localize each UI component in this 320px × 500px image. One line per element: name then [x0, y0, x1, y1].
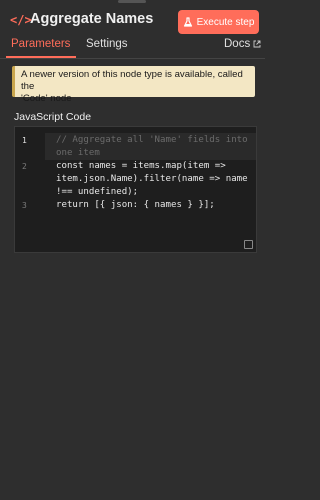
tab-bar: Parameters Settings Docs	[0, 36, 265, 59]
code-line: one item	[56, 148, 100, 158]
code-line: item.json.Name).filter(name => name	[56, 174, 248, 184]
javascript-code-label: JavaScript Code	[14, 111, 92, 123]
code-icon: </>	[10, 13, 32, 27]
node-header: </> Aggregate Names Execute step	[0, 6, 265, 34]
flask-icon	[183, 17, 192, 27]
line-number: 2	[22, 162, 27, 171]
node-title[interactable]: Aggregate Names	[30, 11, 153, 27]
line-number-gutter: 1 2 3	[15, 127, 45, 252]
execute-step-button[interactable]: Execute step	[178, 10, 259, 34]
line-number: 3	[22, 201, 27, 210]
active-tab-indicator	[6, 56, 76, 58]
expand-editor-icon[interactable]	[244, 240, 253, 249]
code-editor[interactable]: 1 2 3 // Aggregate all 'Name' fields int…	[14, 126, 257, 253]
tab-settings[interactable]: Settings	[86, 38, 128, 50]
line-number: 1	[22, 136, 27, 145]
docs-label: Docs	[224, 38, 251, 50]
notice-line-1: A newer version of this node type is ava…	[21, 69, 243, 92]
tab-parameters[interactable]: Parameters	[11, 38, 70, 50]
code-line: return [{ json: { names } }];	[56, 200, 215, 210]
version-notice: A newer version of this node type is ava…	[12, 66, 255, 104]
code-line: const names = items.map(item =>	[56, 161, 226, 171]
code-line: // Aggregate all 'Name' fields into	[56, 135, 248, 145]
code-line: !== undefined);	[56, 187, 139, 197]
docs-link[interactable]: Docs	[224, 38, 261, 50]
execute-step-label: Execute step	[196, 16, 255, 28]
notice-line-2: 'Code' node	[21, 93, 72, 104]
drag-handle[interactable]	[118, 0, 146, 3]
external-link-icon	[253, 40, 261, 48]
